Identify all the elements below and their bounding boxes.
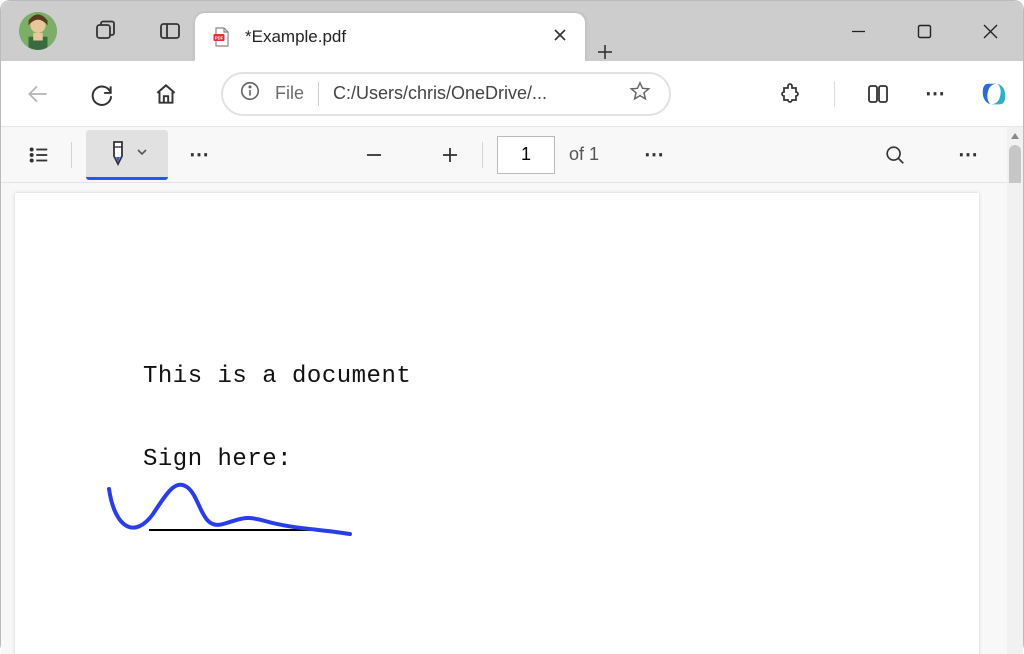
toolbar-right: ⋯ (776, 79, 1009, 109)
copilot-icon[interactable] (979, 79, 1009, 109)
scroll-up-button[interactable] (1007, 127, 1023, 145)
draw-tool-button[interactable] (86, 130, 168, 180)
home-button[interactable] (151, 79, 181, 109)
tab-actions-icon[interactable] (155, 16, 185, 46)
pdf-page: This is a document Sign here: (15, 193, 979, 654)
scrollbar[interactable] (1007, 127, 1023, 183)
back-button[interactable] (23, 79, 53, 109)
url-scheme: File (275, 83, 304, 104)
page-total-label: of 1 (569, 144, 599, 165)
favorite-icon[interactable] (629, 80, 651, 107)
tab-title: *Example.pdf (245, 27, 535, 47)
extensions-icon[interactable] (776, 79, 806, 109)
new-tab-button[interactable] (585, 43, 625, 61)
address-bar: File C:/Users/chris/OneDrive/... ⋯ (1, 61, 1023, 127)
profile-avatar[interactable] (19, 12, 57, 50)
doc-text-line-2: Sign here: (143, 446, 979, 473)
site-info-icon[interactable] (239, 80, 261, 107)
tab-close-icon[interactable] (549, 24, 571, 51)
contents-icon[interactable] (21, 137, 57, 173)
document-viewport[interactable]: This is a document Sign here: (1, 183, 1007, 654)
search-icon[interactable] (877, 137, 913, 173)
tab-active[interactable]: PDF *Example.pdf (195, 13, 585, 61)
pdf-toolbar: ⋯ of 1 ⋯ ⋯ (1, 127, 1007, 183)
title-bar-left (1, 1, 195, 61)
more-tools-icon[interactable]: ⋯ (182, 137, 218, 173)
refresh-button[interactable] (87, 79, 117, 109)
workspaces-icon[interactable] (91, 16, 121, 46)
split-screen-icon[interactable] (863, 79, 893, 109)
zoom-out-button[interactable] (356, 137, 392, 173)
settings-more-icon[interactable]: ⋯ (951, 137, 987, 173)
tab-strip: PDF *Example.pdf (195, 1, 625, 61)
title-bar: PDF *Example.pdf (1, 1, 1023, 61)
ink-signature (105, 479, 365, 549)
window-close-button[interactable] (957, 1, 1023, 61)
url-path: C:/Users/chris/OneDrive/... (333, 83, 547, 104)
pdf-file-icon: PDF (211, 27, 231, 47)
more-menu-icon[interactable]: ⋯ (921, 79, 951, 109)
scrollbar-lower[interactable] (1007, 183, 1023, 654)
window-controls (825, 1, 1023, 61)
url-separator (318, 82, 319, 106)
zoom-in-button[interactable] (432, 137, 468, 173)
window-minimize-button[interactable] (825, 1, 891, 61)
window-maximize-button[interactable] (891, 1, 957, 61)
page-more-icon[interactable]: ⋯ (637, 137, 673, 173)
page-number-input[interactable] (497, 136, 555, 174)
chevron-down-icon (137, 147, 147, 160)
doc-text-line-1: This is a document (143, 363, 979, 390)
svg-text:PDF: PDF (215, 35, 224, 40)
url-bar[interactable]: File C:/Users/chris/OneDrive/... (221, 72, 671, 116)
nav-buttons (23, 79, 181, 109)
